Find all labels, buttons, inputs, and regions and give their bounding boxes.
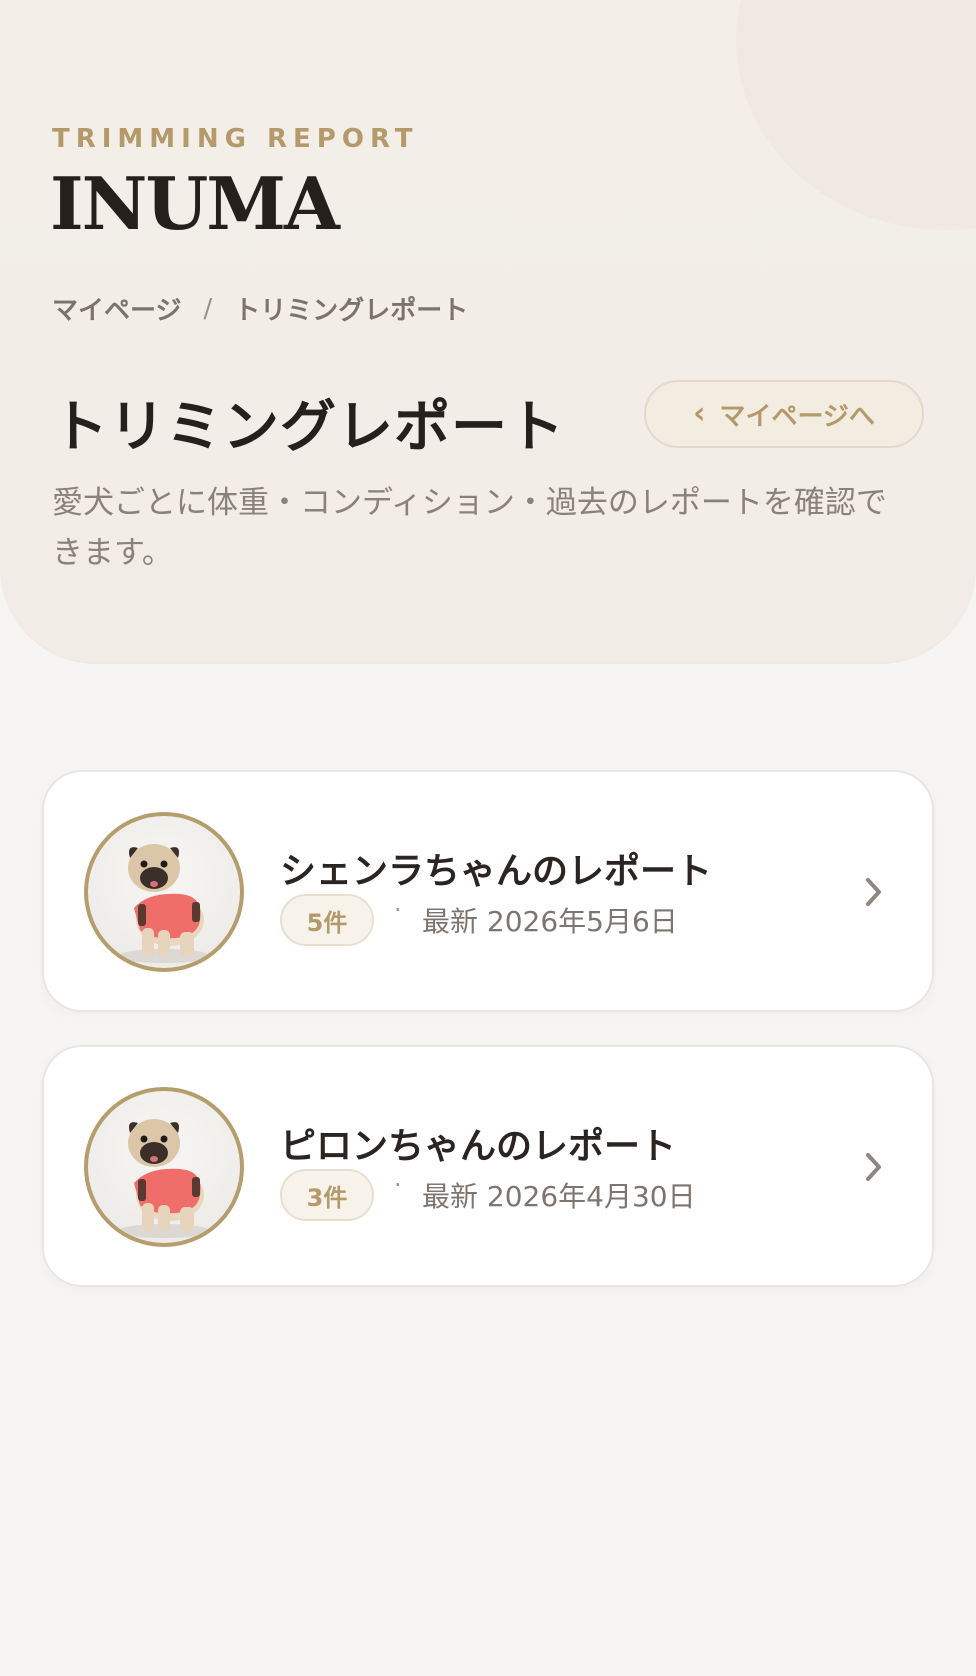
back-to-mypage-button[interactable]: ‹ マイページへ — [644, 380, 924, 448]
chevron-right-icon — [866, 1153, 881, 1181]
page-description: 愛犬ごとに体重・コンディション・過去のレポートを確認できます。 — [52, 485, 887, 571]
breadcrumb-item-mypage[interactable]: マイページ — [52, 290, 181, 327]
back-button-label: マイページへ — [719, 401, 875, 432]
meta-separator: · — [394, 896, 402, 924]
dog-avatar — [84, 1087, 244, 1247]
latest-report-date: 最新 2026年4月30日 — [422, 1180, 696, 1213]
meta-separator: · — [394, 1171, 402, 1199]
dog-report-card[interactable]: シェンラちゃんのレポート 5件 · 最新 2026年5月6日 — [42, 770, 934, 1012]
report-count-badge: 3件 — [280, 1169, 374, 1221]
page-header: TRIMMING REPORT INUMA マイページ / トリミングレポート … — [0, 0, 976, 662]
dog-report-card[interactable]: ピロンちゃんのレポート 3件 · 最新 2026年4月30日 — [42, 1045, 934, 1287]
dog-report-title: シェンラちゃんのレポート — [280, 851, 713, 892]
decorative-circle — [736, 0, 976, 230]
report-count-badge: 5件 — [280, 894, 374, 946]
brand-logo: INUMA — [50, 161, 340, 246]
chevron-right-icon — [866, 878, 881, 906]
breadcrumb-separator: / — [203, 293, 213, 324]
eyebrow-label: TRIMMING REPORT — [52, 124, 419, 154]
dog-report-title: ピロンちゃんのレポート — [280, 1126, 677, 1167]
breadcrumb: マイページ / トリミングレポート — [52, 290, 468, 327]
breadcrumb-item-current: トリミングレポート — [234, 296, 469, 326]
latest-report-date: 最新 2026年5月6日 — [422, 905, 678, 938]
dog-avatar — [84, 812, 244, 972]
page-title: トリミングレポート — [52, 395, 565, 460]
chevron-left-icon: ‹ — [693, 396, 706, 431]
